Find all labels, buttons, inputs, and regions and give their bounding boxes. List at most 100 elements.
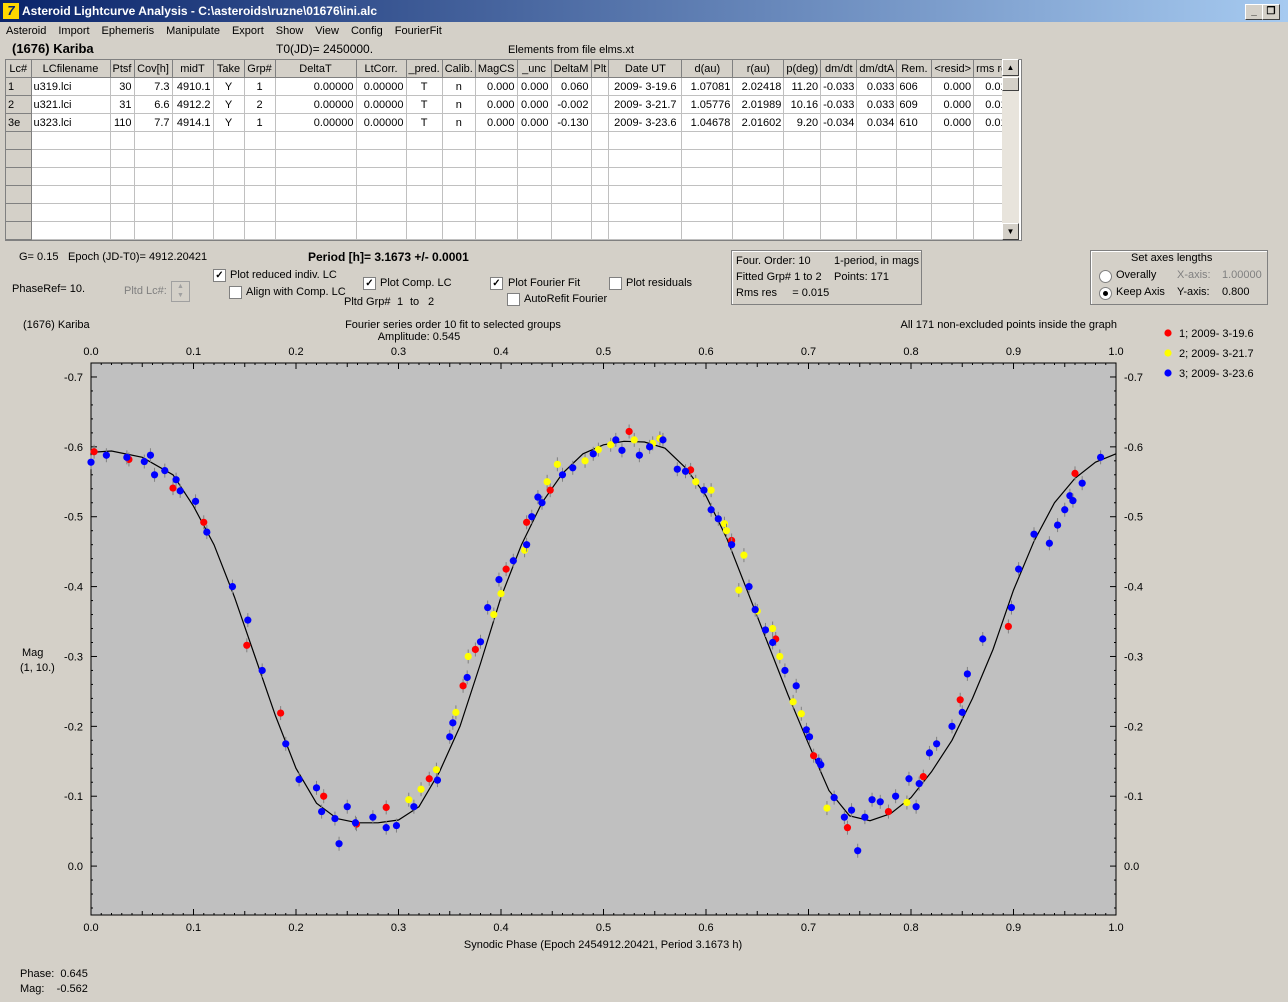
table-cell[interactable] bbox=[213, 149, 245, 168]
plot-comp-label[interactable]: Plot Comp. LC bbox=[380, 277, 452, 289]
table-cell[interactable] bbox=[551, 167, 592, 186]
table-cell[interactable]: 4914.1 bbox=[172, 113, 214, 132]
plot-comp-checkbox[interactable]: ✓ bbox=[363, 277, 376, 290]
table-cell[interactable] bbox=[442, 221, 476, 240]
table-cell[interactable]: 0.000 bbox=[931, 77, 975, 96]
table-cell[interactable]: 0.000 bbox=[517, 113, 552, 132]
table-cell[interactable] bbox=[931, 185, 975, 204]
table-cell[interactable] bbox=[406, 221, 443, 240]
table-row[interactable] bbox=[6, 221, 1016, 240]
scroll-thumb[interactable] bbox=[1002, 77, 1019, 91]
table-cell[interactable] bbox=[275, 131, 357, 150]
table-cell[interactable] bbox=[244, 185, 276, 204]
table-cell[interactable] bbox=[134, 203, 173, 222]
table-cell[interactable] bbox=[681, 221, 734, 240]
table-cell[interactable]: 0.060 bbox=[551, 77, 592, 96]
table-cell[interactable] bbox=[931, 149, 975, 168]
menu-import[interactable]: Import bbox=[52, 23, 95, 37]
table-cell[interactable] bbox=[244, 149, 276, 168]
table-cell[interactable] bbox=[275, 185, 357, 204]
column-header[interactable]: midT bbox=[172, 60, 214, 78]
table-cell[interactable] bbox=[134, 149, 173, 168]
table-cell[interactable]: T bbox=[406, 95, 443, 114]
lightcurve-plot[interactable]: 0.0 0.0 0.1 0.1 0.2 0.2 0.3 0.3 0.4 0.4 0.5 0.5 0.6 0… bbox=[19, 313, 1281, 965]
table-cell[interactable] bbox=[356, 149, 407, 168]
table-cell[interactable] bbox=[475, 185, 518, 204]
table-cell[interactable]: 30 bbox=[110, 77, 135, 96]
table-cell[interactable] bbox=[931, 221, 975, 240]
table-cell[interactable] bbox=[110, 221, 135, 240]
table-cell[interactable]: u323.lci bbox=[31, 113, 111, 132]
table-cell[interactable] bbox=[551, 221, 592, 240]
row-header[interactable] bbox=[6, 167, 32, 186]
column-header[interactable]: Plt bbox=[591, 60, 610, 78]
plot-reduced-label[interactable]: Plot reduced indiv. LC bbox=[230, 269, 337, 281]
table-cell[interactable] bbox=[213, 185, 245, 204]
table-cell[interactable] bbox=[681, 131, 734, 150]
table-cell[interactable]: 11.20 bbox=[783, 77, 822, 96]
column-header[interactable]: <resid> bbox=[931, 60, 975, 78]
table-cell[interactable] bbox=[551, 149, 592, 168]
table-cell[interactable] bbox=[517, 131, 552, 150]
menu-ephemeris[interactable]: Ephemeris bbox=[96, 23, 161, 37]
table-cell[interactable]: 0.000 bbox=[475, 113, 518, 132]
table-cell[interactable] bbox=[475, 203, 518, 222]
table-cell[interactable] bbox=[783, 221, 822, 240]
table-row[interactable] bbox=[6, 167, 1016, 186]
column-header[interactable]: Grp# bbox=[244, 60, 276, 78]
table-cell[interactable]: 0.00000 bbox=[356, 77, 407, 96]
column-header[interactable]: Rem. bbox=[896, 60, 933, 78]
table-cell[interactable]: 0.00000 bbox=[275, 77, 357, 96]
menu-asteroid[interactable]: Asteroid bbox=[0, 23, 52, 37]
table-cell[interactable] bbox=[591, 203, 610, 222]
table-cell[interactable] bbox=[517, 167, 552, 186]
table-cell[interactable] bbox=[172, 167, 214, 186]
table-cell[interactable]: 4910.1 bbox=[172, 77, 214, 96]
table-cell[interactable]: -0.033 bbox=[820, 95, 858, 114]
table-cell[interactable]: 0.033 bbox=[856, 77, 898, 96]
row-header[interactable] bbox=[6, 221, 32, 240]
table-cell[interactable] bbox=[896, 149, 933, 168]
table-cell[interactable] bbox=[856, 203, 898, 222]
table-cell[interactable] bbox=[896, 185, 933, 204]
table-cell[interactable]: T bbox=[406, 77, 443, 96]
table-cell[interactable] bbox=[356, 203, 407, 222]
table-cell[interactable] bbox=[406, 203, 443, 222]
row-header[interactable] bbox=[6, 185, 32, 204]
table-cell[interactable]: 610 bbox=[896, 113, 933, 132]
table-cell[interactable] bbox=[591, 149, 610, 168]
column-header[interactable]: r(au) bbox=[732, 60, 785, 78]
plot-svg[interactable]: 0.0 0.0 0.1 0.1 0.2 0.2 0.3 0.3 0.4 0.4 0.5 0.5 0.6 0… bbox=[19, 313, 1281, 965]
table-cell[interactable]: -0.002 bbox=[551, 95, 592, 114]
table-cell[interactable] bbox=[856, 185, 898, 204]
table-cell[interactable] bbox=[172, 221, 214, 240]
table-cell[interactable] bbox=[591, 221, 610, 240]
table-cell[interactable]: 2009- 3-23.6 bbox=[608, 113, 683, 132]
table-cell[interactable]: 1.07081 bbox=[681, 77, 734, 96]
table-cell[interactable] bbox=[244, 203, 276, 222]
column-header[interactable]: Calib. bbox=[442, 60, 476, 78]
table-cell[interactable]: 2009- 3-21.7 bbox=[608, 95, 683, 114]
table-cell[interactable]: 10.16 bbox=[783, 95, 822, 114]
table-cell[interactable]: 0.034 bbox=[856, 113, 898, 132]
column-header[interactable]: dm/dt bbox=[820, 60, 858, 78]
table-cell[interactable] bbox=[31, 185, 111, 204]
table-cell[interactable] bbox=[896, 203, 933, 222]
table-cell[interactable] bbox=[783, 203, 822, 222]
align-comp-label[interactable]: Align with Comp. LC bbox=[246, 286, 346, 298]
table-cell[interactable] bbox=[31, 203, 111, 222]
plot-reduced-checkbox[interactable]: ✓ bbox=[213, 269, 226, 282]
plot-fourier-checkbox[interactable]: ✓ bbox=[490, 277, 503, 290]
table-cell[interactable] bbox=[732, 221, 785, 240]
table-cell[interactable]: 0.00000 bbox=[356, 95, 407, 114]
table-cell[interactable] bbox=[134, 221, 173, 240]
table-cell[interactable]: -0.034 bbox=[820, 113, 858, 132]
table-cell[interactable]: Y bbox=[213, 95, 245, 114]
table-cell[interactable] bbox=[681, 167, 734, 186]
column-header[interactable]: DeltaT bbox=[275, 60, 357, 78]
table-cell[interactable]: 0.000 bbox=[475, 77, 518, 96]
table-cell[interactable] bbox=[820, 167, 858, 186]
table-row[interactable] bbox=[6, 131, 1016, 150]
table-cell[interactable]: 0.000 bbox=[931, 113, 975, 132]
column-header[interactable]: Lc# bbox=[6, 60, 32, 78]
